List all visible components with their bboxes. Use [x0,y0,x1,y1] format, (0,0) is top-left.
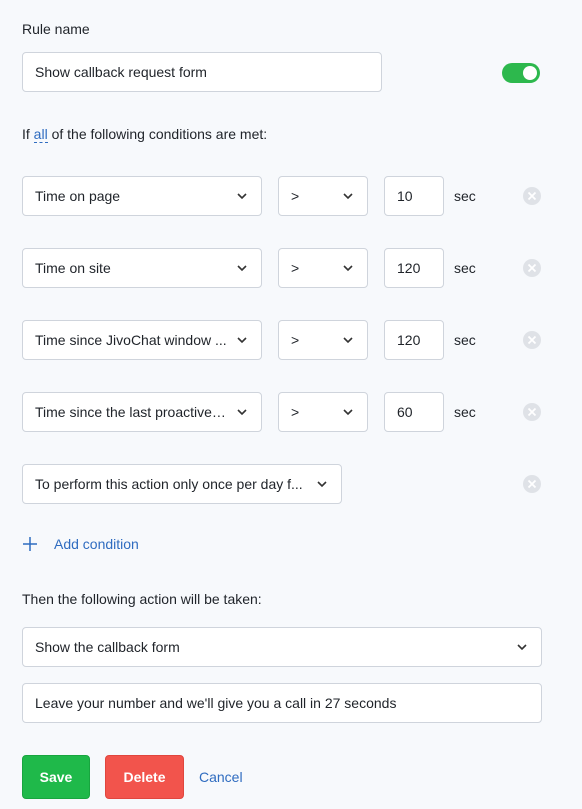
save-button[interactable]: Save [22,755,90,799]
rule-name-input[interactable]: Show callback request form [22,52,382,92]
condition-value: 120 [397,332,421,348]
condition-unit: sec [454,404,476,420]
chevron-down-icon [317,481,327,488]
conditions-suffix: of the following conditions are met: [51,126,268,142]
rule-enabled-toggle[interactable] [502,63,540,83]
chevron-down-icon [237,409,247,416]
condition-value-input[interactable]: 120 [384,320,444,360]
condition-operator-select[interactable]: > [278,320,368,360]
condition-field-select[interactable]: Time on site [22,248,262,288]
action-type-value: Show the callback form [35,639,180,655]
condition-field-value: Time on page [35,188,121,204]
condition-field-value: Time since JivoChat window ... [35,332,227,348]
condition-field-select[interactable]: Time since the last proactive i... [22,392,262,432]
condition-field-select[interactable]: Time on page [22,176,262,216]
condition-unit: sec [454,332,476,348]
chevron-down-icon [237,193,247,200]
condition-field-select[interactable]: Time since JivoChat window ... [22,320,262,360]
condition-operator-value: > [291,188,300,204]
condition-value-input[interactable]: 120 [384,248,444,288]
action-header: Then the following action will be taken: [22,591,262,607]
condition-operator-select[interactable]: > [278,248,368,288]
condition-unit: sec [454,260,476,276]
condition-value: 120 [397,260,421,276]
action-message-value: Leave your number and we'll give you a c… [35,695,397,711]
condition-field-select[interactable]: To perform this action only once per day… [22,464,342,504]
plus-icon [23,537,37,551]
delete-button[interactable]: Delete [105,755,184,799]
toggle-knob [523,66,537,80]
rule-name-value: Show callback request form [35,64,207,80]
condition-field-value: Time on site [35,260,111,276]
condition-value: 10 [397,188,413,204]
condition-operator-value: > [291,260,300,276]
rule-name-label: Rule name [22,21,90,37]
condition-field-value: Time since the last proactive i... [35,404,227,420]
cancel-link[interactable]: Cancel [199,769,243,785]
condition-operator-value: > [291,332,300,348]
condition-value-input[interactable]: 10 [384,176,444,216]
remove-condition-icon[interactable] [522,402,542,422]
condition-field-value: To perform this action only once per day… [35,476,303,492]
condition-operator-select[interactable]: > [278,392,368,432]
action-type-select[interactable]: Show the callback form [22,627,542,667]
chevron-down-icon [343,409,353,416]
condition-value-input[interactable]: 60 [384,392,444,432]
condition-operator-select[interactable]: > [278,176,368,216]
remove-condition-icon[interactable] [522,330,542,350]
remove-condition-icon[interactable] [522,258,542,278]
chevron-down-icon [343,337,353,344]
chevron-down-icon [237,337,247,344]
action-message-input[interactable]: Leave your number and we'll give you a c… [22,683,542,723]
add-condition-button[interactable]: Add condition [22,536,139,552]
conditions-prefix: If [22,126,30,142]
conditions-mode-link[interactable]: all [33,126,48,143]
condition-operator-value: > [291,404,300,420]
condition-value: 60 [397,404,413,420]
remove-condition-icon[interactable] [522,186,542,206]
add-condition-label: Add condition [54,536,139,552]
conditions-header: If all of the following conditions are m… [22,126,268,143]
chevron-down-icon [343,265,353,272]
chevron-down-icon [343,193,353,200]
remove-condition-icon[interactable] [522,474,542,494]
chevron-down-icon [517,644,527,651]
chevron-down-icon [237,265,247,272]
condition-unit: sec [454,188,476,204]
